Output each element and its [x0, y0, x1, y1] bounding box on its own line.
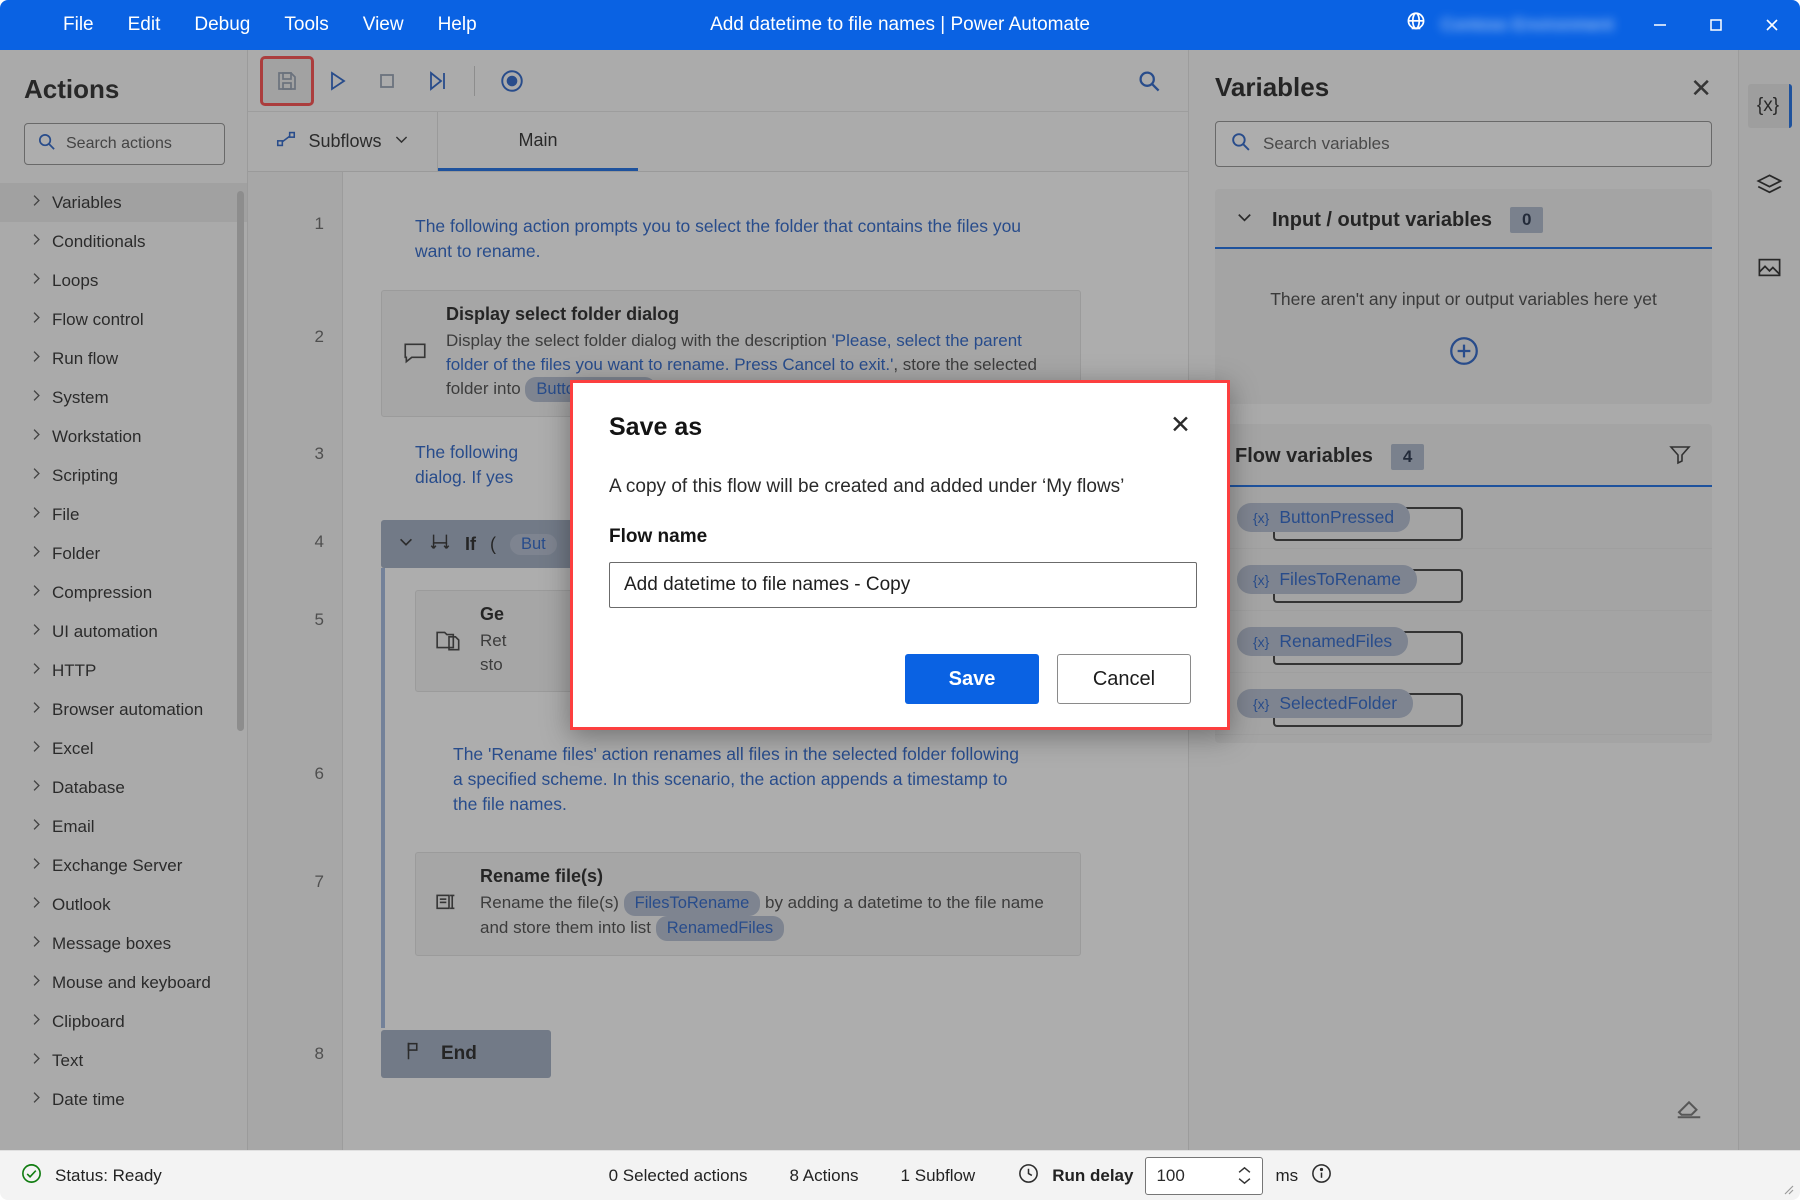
run-delay-stepper[interactable]: 100 [1145, 1157, 1263, 1195]
run-delay-label: Run delay [1052, 1166, 1133, 1186]
stepper-down-icon [1237, 1176, 1252, 1185]
close-button[interactable] [1744, 0, 1800, 50]
environment-name: Contoso Environment [1441, 15, 1614, 35]
globe-icon [1403, 10, 1429, 41]
flow-name-input[interactable] [609, 562, 1197, 608]
title-bar: File Edit Debug Tools View Help Add date… [0, 0, 1800, 50]
status-check-icon [20, 1162, 43, 1190]
dialog-title: Save as [609, 413, 702, 442]
menu-item-file[interactable]: File [46, 8, 111, 42]
menu-item-edit[interactable]: Edit [111, 8, 178, 42]
status-text: Status: Ready [55, 1166, 162, 1186]
window-controls: Contoso Environment [1403, 0, 1800, 50]
actions-count: 8 Actions [790, 1166, 859, 1186]
run-delay-unit: ms [1275, 1166, 1298, 1186]
status-counts: 0 Selected actions 8 Actions 1 Subflow R… [609, 1157, 1334, 1195]
environment-indicator[interactable]: Contoso Environment [1403, 10, 1614, 41]
run-delay-group: Run delay 100 ms [1017, 1157, 1333, 1195]
save-as-dialog: Save as ✕ A copy of this flow will be cr… [570, 380, 1230, 730]
resize-grip[interactable] [1780, 1181, 1794, 1195]
subflows-count: 1 Subflow [901, 1166, 976, 1186]
cancel-button[interactable]: Cancel [1057, 654, 1191, 704]
minimize-button[interactable] [1632, 0, 1688, 50]
menu-item-tools[interactable]: Tools [267, 8, 345, 42]
menu-item-debug[interactable]: Debug [177, 8, 267, 42]
dialog-actions: Save Cancel [609, 654, 1191, 704]
save-button[interactable]: Save [905, 654, 1039, 704]
menu-bar: File Edit Debug Tools View Help [46, 8, 494, 42]
status-group: Status: Ready [20, 1162, 162, 1190]
power-automate-window: File Edit Debug Tools View Help Add date… [0, 0, 1800, 1200]
dialog-description: A copy of this flow will be created and … [609, 476, 1191, 498]
clock-icon [1017, 1162, 1040, 1190]
dialog-header: Save as ✕ [609, 413, 1191, 442]
status-bar: Status: Ready 0 Selected actions 8 Actio… [0, 1150, 1800, 1200]
info-icon[interactable] [1310, 1162, 1333, 1190]
selected-actions-count: 0 Selected actions [609, 1166, 748, 1186]
dialog-close-icon[interactable]: ✕ [1170, 413, 1191, 438]
stepper-up-icon [1237, 1166, 1252, 1175]
menu-item-view[interactable]: View [346, 8, 421, 42]
stepper-arrows[interactable] [1237, 1166, 1252, 1185]
run-delay-value[interactable]: 100 [1156, 1166, 1184, 1186]
flow-name-label: Flow name [609, 526, 1191, 548]
maximize-button[interactable] [1688, 0, 1744, 50]
menu-item-help[interactable]: Help [421, 8, 494, 42]
